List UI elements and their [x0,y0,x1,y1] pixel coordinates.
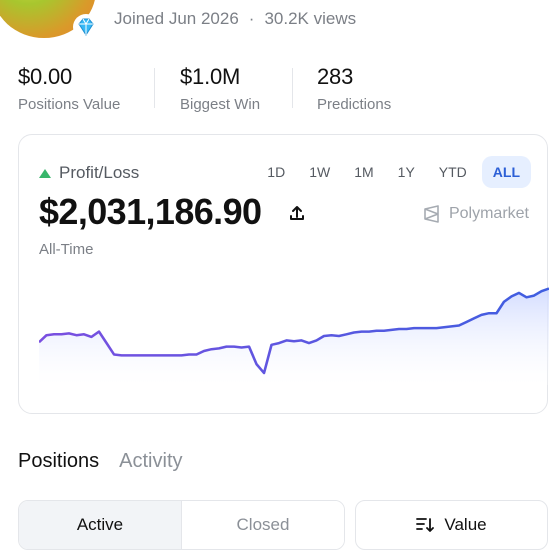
sort-icon [416,518,435,532]
stat-value: $0.00 [18,64,73,89]
polymarket-logo-icon [424,205,439,223]
stat-label: Positions Value [18,96,121,113]
diamond-icon [78,18,94,36]
polymarket-brand: Polymarket [423,205,529,223]
sort-label: Value [444,515,487,534]
stat-label: Biggest Win [180,96,261,113]
range-1m[interactable]: 1M [345,156,382,188]
triangle-up-icon [39,168,51,178]
tab-positions[interactable]: Positions [18,450,99,473]
divider [154,68,155,108]
stat-biggest-win: $1.0M Biggest Win [180,64,260,113]
position-filter: Active Closed [18,500,345,550]
pnl-amount: $2,031,186.90 [39,191,262,232]
filter-closed-button[interactable]: Closed [181,501,344,549]
range-ytd[interactable]: YTD [430,156,476,188]
joined-date: Joined Jun 2026 [114,9,239,28]
pnl-header: Profit/Loss [39,163,139,183]
range-selector: 1D 1W 1M 1Y YTD ALL [258,156,531,188]
pnl-card: Profit/Loss 1D 1W 1M 1Y YTD ALL $2,031,1… [18,134,549,414]
stat-positions-value: $0.00 Positions Value [18,64,120,113]
chart-area [39,288,549,385]
profile-meta: Joined Jun 2026 · 30.2K views [114,9,356,29]
pnl-chart[interactable] [39,275,549,385]
verified-badge [73,14,99,40]
range-1y[interactable]: 1Y [389,156,424,188]
tab-activity[interactable]: Activity [119,450,182,473]
stat-label: Predictions [317,96,392,113]
range-all[interactable]: ALL [481,156,531,188]
meta-separator: · [248,9,255,28]
pnl-period: All-Time [39,241,94,258]
range-1w[interactable]: 1W [300,156,339,188]
range-1d[interactable]: 1D [258,156,294,188]
filter-active-button[interactable]: Active [19,501,181,549]
view-count: 30.2K views [264,9,357,28]
stat-value: $1.0M [180,64,241,89]
sort-value-button[interactable]: Value [355,500,548,550]
share-icon[interactable] [287,203,307,223]
brand-name: Polymarket [448,205,529,222]
content-tabs: Positions Activity [18,450,183,473]
pnl-label: Profit/Loss [59,163,140,182]
divider [292,68,293,108]
stat-predictions: 283 Predictions [317,64,391,113]
stat-value: 283 [317,64,354,89]
